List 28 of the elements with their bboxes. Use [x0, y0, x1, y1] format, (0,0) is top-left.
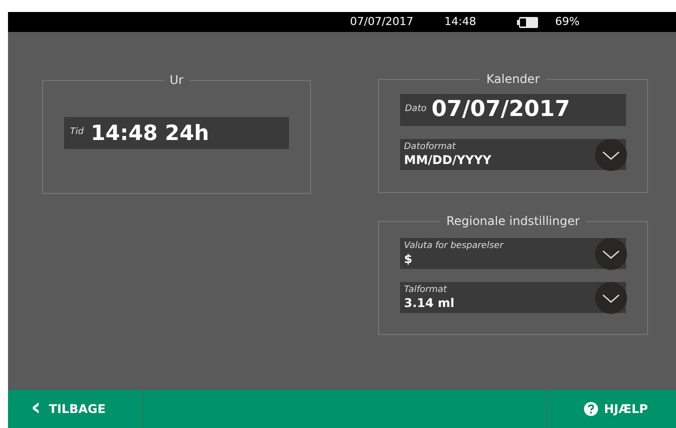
battery-percent: 69%: [555, 14, 580, 30]
date-field[interactable]: Dato 07/07/2017: [400, 94, 626, 126]
time-field[interactable]: Tid 14:48 24h: [64, 117, 289, 149]
field-value: MM/DD/YYYY: [404, 154, 492, 166]
group-title: Regionale indstillinger: [445, 215, 581, 227]
help-icon: [584, 402, 598, 416]
field-label: Datoformat: [404, 143, 457, 152]
dropdown-field[interactable]: Datoformat MM/DD/YYYY: [400, 139, 626, 170]
group-title: Kalender: [485, 73, 541, 85]
dropdown-field[interactable]: Talformat 3.14 ml: [400, 282, 626, 313]
field-label: Valuta for besparelser: [404, 242, 505, 251]
field-label: Dato: [405, 103, 426, 116]
field-value: 14:48 24h: [90, 122, 210, 144]
chevron-down-icon[interactable]: [595, 138, 627, 170]
back-button[interactable]: ‹ TILBAGE: [8, 390, 143, 428]
help-button[interactable]: HJÆLP: [546, 390, 676, 428]
field-value: 07/07/2017: [431, 99, 570, 121]
battery-icon: [517, 16, 538, 28]
status-date: 07/07/2017: [350, 14, 414, 30]
field-value: $: [404, 253, 414, 265]
group-title: Ur: [168, 74, 184, 86]
chevron-down-icon[interactable]: [595, 282, 627, 314]
dropdown-field[interactable]: Valuta for besparelser $: [400, 238, 626, 269]
field-value: 3.14 ml: [404, 297, 456, 309]
field-label: Tid: [70, 126, 84, 140]
chevron-down-icon[interactable]: [595, 238, 627, 270]
field-label: Talformat: [404, 286, 448, 295]
status-time: 14:48: [444, 14, 476, 30]
